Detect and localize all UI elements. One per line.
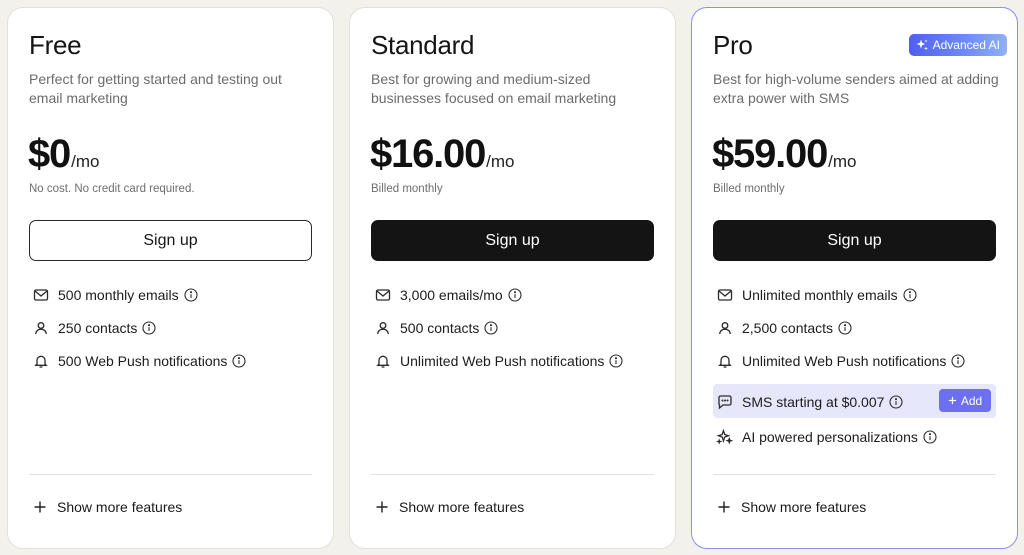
feature-label: Unlimited monthly emails bbox=[742, 286, 898, 303]
feature-item: Unlimited monthly emails bbox=[713, 286, 917, 303]
add-sms-button[interactable]: Add bbox=[939, 389, 991, 412]
billing-note: No cost. No credit card required. bbox=[29, 183, 195, 195]
feature-label: 500 contacts bbox=[400, 319, 480, 336]
plan-card-standard: Standard Best for growing and medium-siz… bbox=[349, 7, 676, 549]
plan-price: $0 bbox=[28, 132, 71, 176]
sign-up-button[interactable]: Sign up bbox=[29, 220, 312, 261]
info-icon[interactable] bbox=[484, 320, 498, 335]
price-period: /mo bbox=[828, 152, 857, 171]
sign-up-button[interactable]: Sign up bbox=[713, 220, 996, 261]
plan-card-pro: Pro Advanced AI Best for high-volume sen… bbox=[691, 7, 1018, 549]
info-icon[interactable] bbox=[951, 353, 965, 368]
plan-description: Best for growing and medium-sized busine… bbox=[371, 71, 617, 106]
feature-label: 500 monthly emails bbox=[58, 286, 179, 303]
info-icon[interactable] bbox=[609, 353, 623, 368]
plan-description: Perfect for getting started and testing … bbox=[29, 71, 282, 106]
plus-icon bbox=[371, 496, 393, 518]
plan-price: $16.00 bbox=[370, 132, 486, 176]
plus-icon bbox=[948, 396, 957, 405]
add-label: Add bbox=[960, 393, 983, 408]
feature-item: 500 monthly emails bbox=[29, 286, 198, 303]
sparkle-icon bbox=[915, 38, 929, 52]
mail-icon bbox=[32, 286, 49, 303]
plan-name: Standard bbox=[371, 30, 475, 60]
show-more-label: Show more features bbox=[399, 499, 525, 515]
feature-item: Unlimited Web Push notifications bbox=[371, 352, 623, 369]
show-more-label: Show more features bbox=[741, 499, 867, 515]
price-row: $59.00 /mo bbox=[712, 132, 857, 177]
info-icon[interactable] bbox=[903, 287, 917, 302]
plan-name: Pro bbox=[713, 30, 753, 60]
feature-item: 250 contacts bbox=[29, 319, 156, 336]
info-icon[interactable] bbox=[508, 287, 522, 302]
feature-label: AI powered personalizations bbox=[742, 428, 918, 445]
user-icon bbox=[374, 319, 391, 336]
feature-item: SMS starting at $0.007 bbox=[713, 393, 903, 410]
chat-icon bbox=[716, 393, 733, 410]
user-icon bbox=[716, 319, 733, 336]
advanced-ai-badge: Advanced AI bbox=[908, 34, 1007, 56]
sign-up-button[interactable]: Sign up bbox=[371, 220, 654, 261]
feature-item: Unlimited Web Push notifications bbox=[713, 352, 965, 369]
billing-note: Billed monthly bbox=[713, 183, 785, 195]
price-row: $16.00 /mo bbox=[370, 132, 515, 177]
plus-icon bbox=[713, 496, 735, 518]
plus-icon bbox=[29, 496, 51, 518]
plan-description: Best for high-volume senders aimed at ad… bbox=[713, 71, 999, 106]
mail-icon bbox=[374, 286, 391, 303]
feature-item: 2,500 contacts bbox=[713, 319, 852, 336]
feature-label: 500 Web Push notifications bbox=[58, 352, 228, 369]
plan-name: Free bbox=[29, 30, 82, 60]
info-icon[interactable] bbox=[889, 394, 903, 409]
badge-label: Advanced AI bbox=[932, 38, 1000, 52]
feature-label: 3,000 emails/mo bbox=[400, 286, 503, 303]
billing-note: Billed monthly bbox=[371, 183, 443, 195]
show-more-features-button[interactable]: Show more features bbox=[371, 496, 524, 518]
plan-price: $59.00 bbox=[712, 132, 828, 176]
show-more-label: Show more features bbox=[57, 499, 183, 515]
feature-label: Unlimited Web Push notifications bbox=[742, 352, 947, 369]
info-icon[interactable] bbox=[923, 429, 937, 444]
info-icon[interactable] bbox=[184, 287, 198, 302]
feature-item: 500 contacts bbox=[371, 319, 498, 336]
info-icon[interactable] bbox=[838, 320, 852, 335]
price-period: /mo bbox=[71, 152, 100, 171]
plan-card-free: Free Perfect for getting started and tes… bbox=[7, 7, 334, 549]
feature-label: 250 contacts bbox=[58, 319, 138, 336]
sms-addon-row: SMS starting at $0.007 Add bbox=[713, 384, 996, 418]
feature-item: AI powered personalizations bbox=[713, 428, 937, 445]
divider bbox=[713, 474, 996, 475]
bell-icon bbox=[374, 352, 391, 369]
info-icon[interactable] bbox=[232, 353, 246, 368]
divider bbox=[371, 474, 654, 475]
feature-label: 2,500 contacts bbox=[742, 319, 834, 336]
show-more-features-button[interactable]: Show more features bbox=[29, 496, 182, 518]
info-icon[interactable] bbox=[142, 320, 156, 335]
feature-item: 3,000 emails/mo bbox=[371, 286, 522, 303]
bell-icon bbox=[32, 352, 49, 369]
feature-label: SMS starting at $0.007 bbox=[742, 393, 885, 410]
show-more-features-button[interactable]: Show more features bbox=[713, 496, 866, 518]
feature-label: Unlimited Web Push notifications bbox=[400, 352, 605, 369]
price-period: /mo bbox=[486, 152, 515, 171]
divider bbox=[29, 474, 312, 475]
user-icon bbox=[32, 319, 49, 336]
sparkle-icon bbox=[716, 428, 733, 445]
bell-icon bbox=[716, 352, 733, 369]
mail-icon bbox=[716, 286, 733, 303]
feature-item: 500 Web Push notifications bbox=[29, 352, 246, 369]
price-row: $0 /mo bbox=[28, 132, 99, 177]
